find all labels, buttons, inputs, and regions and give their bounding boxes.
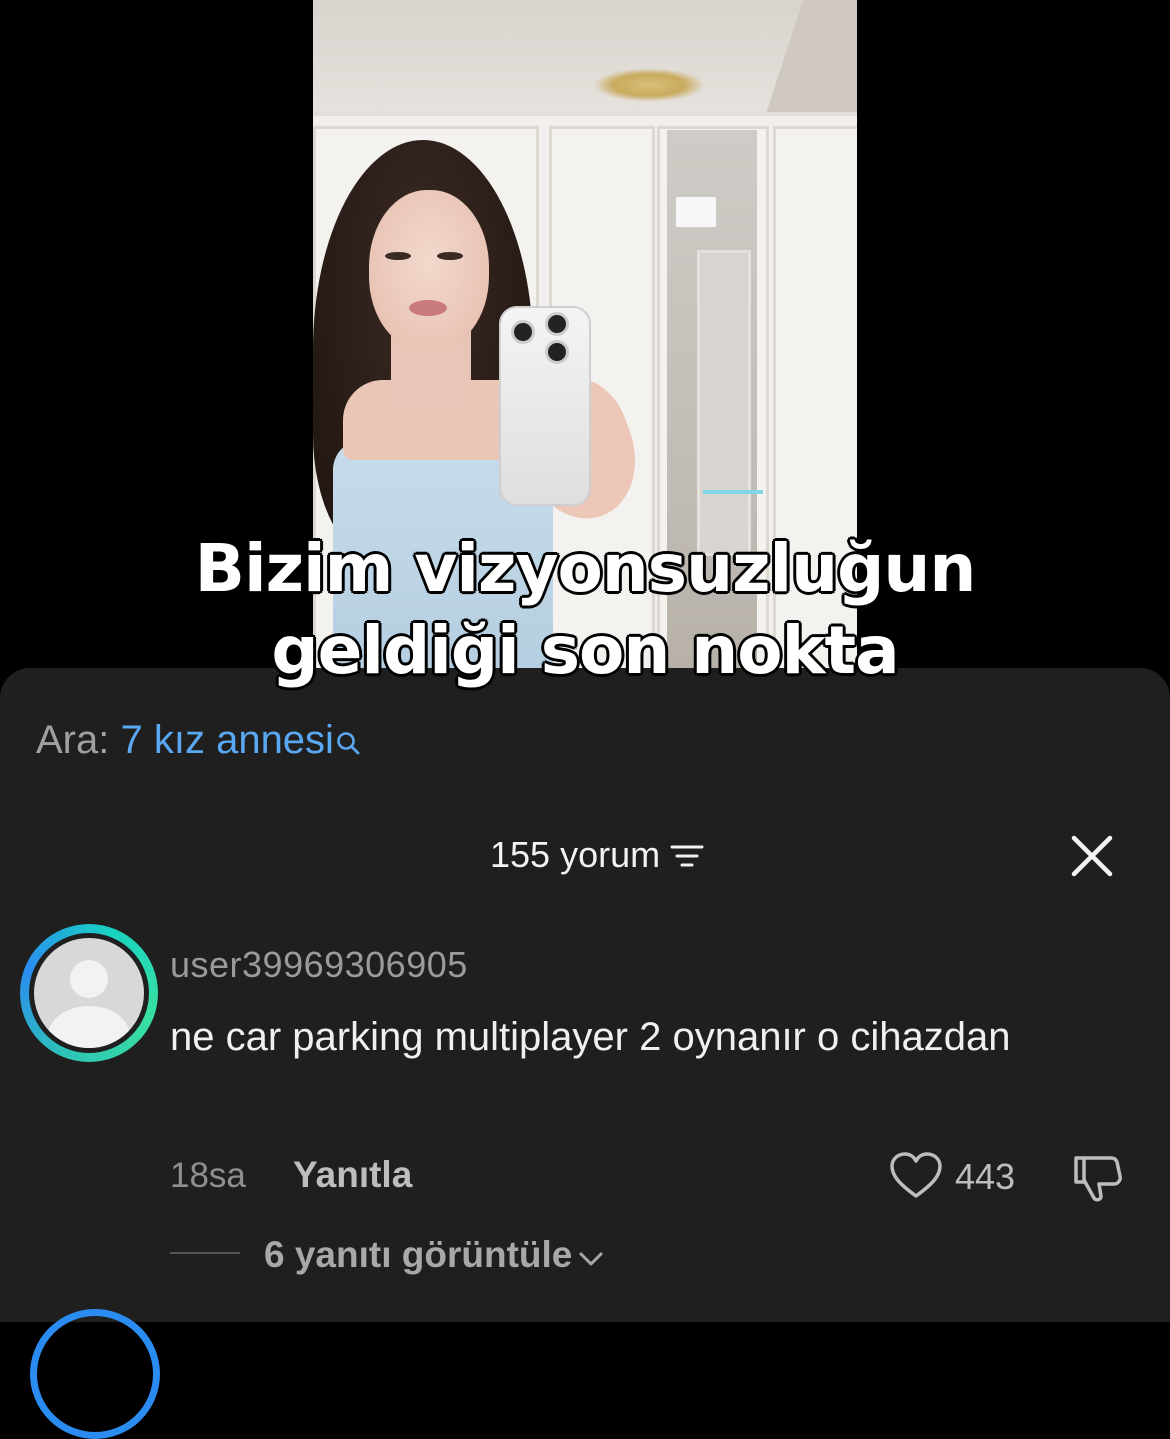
phone-camera xyxy=(545,340,569,364)
view-replies-row: 6 yanıtı görüntüle xyxy=(0,1234,1170,1284)
avatar[interactable] xyxy=(20,924,158,1062)
comment-username[interactable]: user39969306905 xyxy=(170,944,468,986)
comment-count-sort[interactable]: 155 yorum xyxy=(490,834,704,878)
reply-button[interactable]: Yanıtla xyxy=(293,1154,412,1196)
replies-divider xyxy=(170,1252,240,1254)
person-face xyxy=(369,190,489,350)
sort-icon[interactable] xyxy=(670,836,704,878)
search-prefix: Ara: xyxy=(36,718,110,762)
view-replies-button[interactable]: 6 yanıtı görüntüle xyxy=(264,1234,604,1278)
like-count: 443 xyxy=(955,1156,1016,1197)
heart-icon[interactable] xyxy=(888,1150,944,1202)
comment-text: ne car parking multiplayer 2 oynanır o c… xyxy=(170,1015,1011,1059)
phone-camera xyxy=(511,320,535,344)
person-eye xyxy=(385,252,411,260)
comment-count: 155 yorum xyxy=(490,834,661,875)
avatar-body-shape xyxy=(48,1006,130,1048)
video-caption: Bizim vizyonsuzluğun geldiği son nokta xyxy=(0,528,1170,692)
related-search[interactable]: Ara: 7 kız annesi xyxy=(36,718,362,767)
caption-line: geldiği son nokta xyxy=(271,612,899,689)
search-icon[interactable] xyxy=(336,722,362,767)
comments-panel: Ara: 7 kız annesi 155 yorum user39969306… xyxy=(0,668,1170,1439)
caption-line: Bizim vizyonsuzluğun xyxy=(194,530,977,607)
air-conditioner xyxy=(675,196,717,228)
next-comment-avatar[interactable] xyxy=(30,1309,160,1439)
close-icon[interactable] xyxy=(1068,832,1116,880)
search-query-link[interactable]: 7 kız annesi xyxy=(120,718,333,762)
avatar-border xyxy=(29,933,149,1053)
reflected-door xyxy=(697,250,751,556)
avatar-head-shape xyxy=(70,960,108,998)
comment-time: 18sa xyxy=(170,1156,246,1195)
default-avatar-icon xyxy=(34,938,144,1048)
person-eye xyxy=(437,252,463,260)
chevron-down-icon xyxy=(578,1236,604,1278)
thumbs-down-icon[interactable] xyxy=(1070,1150,1126,1206)
view-replies-label: 6 yanıtı görüntüle xyxy=(264,1234,573,1275)
phone-camera xyxy=(545,312,569,336)
smartphone xyxy=(499,306,591,506)
wardrobe-ornament xyxy=(593,68,705,102)
comments-header: 155 yorum xyxy=(0,834,1170,884)
person-lips xyxy=(409,300,447,316)
floor-light xyxy=(703,490,763,494)
comment-actions: 18sa Yanıtla 443 xyxy=(0,1152,1170,1204)
